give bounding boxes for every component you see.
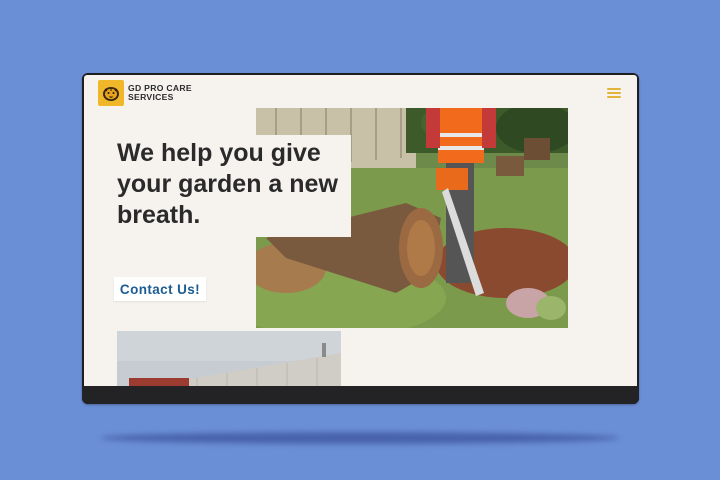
monitor-shadow bbox=[100, 432, 620, 444]
hamburger-menu-icon[interactable] bbox=[607, 88, 621, 98]
brand-line-2: SERVICES bbox=[128, 91, 174, 102]
monitor: GD PRO CARE SERVICES We help you give yo… bbox=[82, 73, 639, 404]
website-screen: GD PRO CARE SERVICES We help you give yo… bbox=[84, 75, 637, 386]
brand-name[interactable]: GD PRO CARE SERVICES bbox=[128, 84, 208, 101]
secondary-image bbox=[117, 331, 341, 386]
contact-us-button[interactable]: Contact Us! bbox=[114, 277, 206, 301]
hero-headline: We help you give your garden a new breat… bbox=[117, 139, 338, 229]
tiger-logo-icon[interactable] bbox=[98, 80, 124, 106]
monitor-bezel bbox=[82, 386, 639, 404]
